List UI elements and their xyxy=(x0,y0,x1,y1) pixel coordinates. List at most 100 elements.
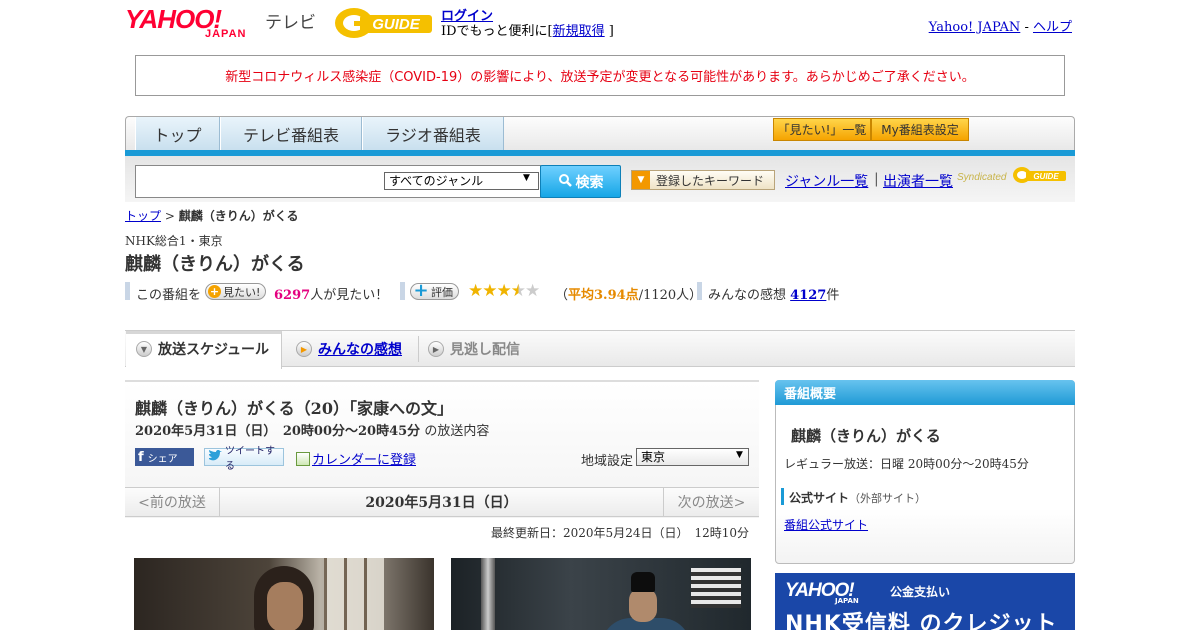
notice-text: 新型コロナウィルス感染症（COVID-19）の影響により、放送予定が変更となる可… xyxy=(225,70,975,85)
stat-divider xyxy=(125,282,130,300)
mitai-count-text: 6297人が見たい！ xyxy=(274,284,388,303)
program-summary-header: 番組概要 xyxy=(775,380,1075,405)
syndicated-label: Syndicated xyxy=(957,172,1007,183)
mitai-prefix: この番組を xyxy=(136,288,202,303)
genre-list-link[interactable]: ジャンル一覧 xyxy=(785,171,868,191)
genre-select[interactable]: すべてのジャンル xyxy=(384,172,539,190)
header-links: Yahoo! JAPAN - ヘルプ xyxy=(929,16,1072,35)
svg-text:GUIDE: GUIDE xyxy=(1033,172,1059,181)
tweet-button[interactable]: ツイートする xyxy=(204,446,284,472)
star-icon: ★ xyxy=(482,281,497,301)
nav-tab-tv-schedule[interactable]: テレビ番組表 xyxy=(220,117,362,151)
breadcrumb-current: 麒麟（きりん）がくる xyxy=(178,209,299,223)
region-select[interactable]: 東京 xyxy=(636,448,749,466)
episode-photo-1 xyxy=(134,558,434,630)
mitai-count: 6297 xyxy=(274,288,311,303)
program-summary-box xyxy=(775,380,1075,564)
review-count-text: みんなの感想 4127件 xyxy=(708,284,839,303)
channel-label: NHK総合1・東京 xyxy=(125,234,223,248)
half-star-icon: ★ xyxy=(510,281,526,301)
tab-schedule-label: 放送スケジュール xyxy=(158,342,270,358)
official-site-label: 公式サイト xyxy=(789,491,850,505)
play-icon: ▶ xyxy=(428,341,444,357)
tab-vod: ▶ 見逃し配信 xyxy=(428,339,520,359)
star-icon: ★ xyxy=(496,281,512,301)
current-day-label: 2020年5月31日（日） xyxy=(365,495,518,511)
calendar-link[interactable]: カレンダーに登録 xyxy=(312,449,416,468)
rating-count: /1120人） xyxy=(638,288,703,303)
calendar-register[interactable]: カレンダーに登録 xyxy=(296,449,416,468)
breadcrumb-top-link[interactable]: トップ xyxy=(125,209,161,223)
help-link[interactable]: ヘルプ xyxy=(1033,20,1072,35)
region-label: 地域設定 xyxy=(581,454,634,469)
next-broadcast-label: 次の放送> xyxy=(677,495,746,511)
rating-average: （平均3.94点/1120人） xyxy=(555,284,702,303)
last-updated: 最終更新日：2020年5月24日（日） 12時10分 xyxy=(491,526,749,540)
mitai-button[interactable]: + 見たい! xyxy=(205,283,267,300)
prev-broadcast-label: <前の放送 xyxy=(138,495,206,511)
section-marker xyxy=(781,488,784,505)
official-site-note: （外部サイト） xyxy=(849,492,927,505)
tweet-label: ツイートする xyxy=(225,446,275,472)
mitai-suffix: 人が見たい！ xyxy=(310,288,389,303)
review-count-link[interactable]: 4127 xyxy=(790,288,826,303)
id-promo: IDでもっと便利に[新規取得 ] xyxy=(441,20,614,39)
id-suffix-bracket: ] xyxy=(608,24,614,39)
mitai-list-button[interactable]: 「見たい!」一覧 xyxy=(773,118,871,141)
star-rating: ★★★★★ xyxy=(468,281,540,301)
official-site-heading: 公式サイト（外部サイト） xyxy=(789,489,926,506)
mitai-button-label: 見たい! xyxy=(223,285,261,299)
keyword-button-label: 登録したキーワード xyxy=(656,173,765,188)
calendar-icon xyxy=(296,451,310,466)
chevron-down-icon: ▼ xyxy=(523,173,530,183)
search-icon xyxy=(558,173,572,191)
episode-title: 麒麟（きりん）がくる（20）「家康への文」 xyxy=(135,399,453,418)
ad-headline: NHK受信料 のクレジット xyxy=(785,612,1058,630)
dropdown-arrow-icon: ▼ xyxy=(632,171,650,189)
ad-japan-logo: JAPAN xyxy=(835,597,859,605)
yahoo-japan-link[interactable]: Yahoo! JAPAN xyxy=(929,20,1021,35)
regular-broadcast: レギュラー放送：日曜 20時00分～20時45分 xyxy=(784,457,1029,471)
tab-divider xyxy=(418,336,419,362)
tab-reviews[interactable]: ▶ みんなの感想 xyxy=(296,339,402,359)
global-nav: トップ テレビ番組表 ラジオ番組表 「見たい!」一覧 My番組表設定 xyxy=(125,116,1075,154)
nav-tab-top[interactable]: トップ xyxy=(135,117,220,151)
breadcrumb-separator: > xyxy=(164,209,175,223)
episode-datetime: 2020年5月31日（日） 20時00分～20時45分 xyxy=(135,424,421,439)
id-prefix: IDでもっと便利に[ xyxy=(441,24,553,39)
search-button[interactable]: 検索 xyxy=(540,165,621,198)
facebook-share-button[interactable]: f シェア xyxy=(135,448,194,466)
episode-date: 2020年5月31日（日） 20時00分～20時45分 の放送内容 xyxy=(135,420,489,439)
gguide-logo[interactable]: GUIDE xyxy=(334,6,434,40)
keyword-button[interactable]: ▼ 登録したキーワード xyxy=(631,170,775,190)
stat-divider xyxy=(697,282,702,300)
stat-divider xyxy=(400,282,405,300)
play-icon: ▶ xyxy=(296,341,312,357)
ad-banner[interactable]: YAHOO! JAPAN 公金支払い NHK受信料 のクレジット xyxy=(775,573,1075,630)
tv-logo-text[interactable]: テレビ xyxy=(265,8,316,33)
prev-broadcast-button[interactable]: <前の放送 xyxy=(125,487,220,517)
summary-header-label: 番組概要 xyxy=(784,387,837,402)
page-title: 麒麟（きりん）がくる xyxy=(125,254,305,275)
signup-link[interactable]: 新規取得 xyxy=(553,24,605,39)
review-prefix: みんなの感想 xyxy=(708,288,787,303)
rating-open: （ xyxy=(555,288,569,303)
link-separator: - xyxy=(1024,20,1029,35)
performer-list-link[interactable]: 出演者一覧 xyxy=(883,171,953,191)
next-broadcast-button[interactable]: 次の放送> xyxy=(663,487,759,517)
rate-button[interactable]: + 評価 xyxy=(410,281,459,300)
yahoo-japan-sublogo: JAPAN xyxy=(205,28,247,40)
official-site-link[interactable]: 番組公式サイト xyxy=(784,516,868,533)
chevron-down-icon: ▼ xyxy=(136,341,152,357)
gguide-small-logo: GUIDE xyxy=(1012,164,1068,186)
summary-title: 麒麟（きりん）がくる xyxy=(791,427,941,445)
my-schedule-button[interactable]: My番組表設定 xyxy=(871,118,969,141)
tab-schedule[interactable]: ▼ 放送スケジュール xyxy=(136,339,269,359)
nav-tab-radio-schedule[interactable]: ラジオ番組表 xyxy=(362,117,504,151)
facebook-icon: f xyxy=(138,449,144,465)
rating-average-label: 平均3.94点 xyxy=(568,288,639,303)
tab-reviews-label[interactable]: みんなの感想 xyxy=(318,339,402,359)
search-button-label: 検索 xyxy=(575,174,604,191)
episode-date-suffix: の放送内容 xyxy=(424,424,490,439)
link-divider: | xyxy=(874,171,879,187)
